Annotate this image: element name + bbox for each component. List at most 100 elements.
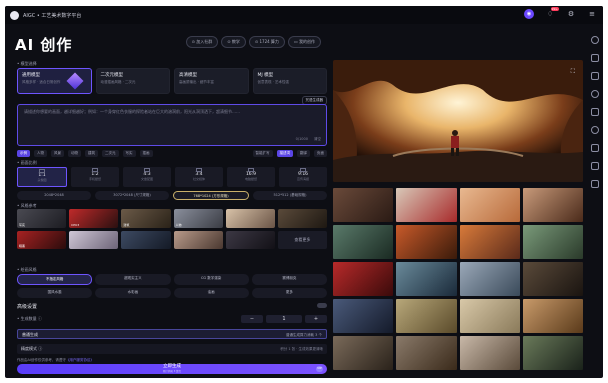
style-option[interactable]: 超现实主义 <box>95 274 171 285</box>
gallery-item[interactable] <box>333 299 394 333</box>
style-option[interactable]: CG 数字渲染 <box>173 274 249 285</box>
my-works-button[interactable]: ▭ 我的创作 <box>287 36 321 48</box>
ref-thumb[interactable]: 人物 <box>173 209 223 228</box>
ref-label: 建筑 <box>123 222 130 227</box>
edit-icon[interactable] <box>591 72 599 80</box>
history-icon[interactable] <box>591 36 599 44</box>
increment-button[interactable]: + <box>305 315 327 323</box>
ref-thumb[interactable] <box>121 230 171 249</box>
preview-image[interactable]: ⛶ <box>333 60 583 182</box>
ref-thumb[interactable]: CPU3 <box>69 209 119 228</box>
more-references-button[interactable]: 查看更多 <box>277 230 327 249</box>
chip-illustration[interactable]: 插画 <box>139 150 153 157</box>
generate-button[interactable]: 立即生成 预计消耗 3 算力 VIP <box>17 364 327 374</box>
ref-thumb[interactable] <box>225 209 275 228</box>
translate-button[interactable]: 翻译 <box>297 150 310 157</box>
size-option[interactable]: 768*1024 (方形规格) <box>173 191 249 200</box>
size-option[interactable]: 3072*2048 (尺寸规格) <box>95 191 169 200</box>
ref-thumb[interactable]: 建筑 <box>121 209 171 228</box>
gallery-item[interactable] <box>459 336 520 370</box>
ratio-option[interactable]: 1:1 头像图 <box>17 167 67 187</box>
gallery-icon[interactable] <box>591 54 599 62</box>
chip-person[interactable]: 人物 <box>34 150 47 157</box>
style-option[interactable]: 不指定风格 <box>17 274 93 285</box>
ratio-option[interactable]: 4:3 文章配图 <box>123 167 171 187</box>
advanced-toggle[interactable] <box>317 303 327 308</box>
favorite-icon[interactable] <box>591 126 599 134</box>
clear-button[interactable]: 清空 <box>314 137 321 142</box>
chip-anime[interactable]: 二次元 <box>102 150 119 157</box>
prompt-input[interactable]: 请描述你想要的画面，越详细越好；例如：一个身穿红色衣服的探险者站在巨大的溶洞前，… <box>17 104 327 146</box>
agreement-link[interactable]: 《用户服务协议》 <box>66 358 94 362</box>
tutorial-button[interactable]: ⊙ 教学 <box>221 36 246 48</box>
app-title: AIGC • 工艺美术数字平台 <box>23 12 82 19</box>
gallery-item[interactable] <box>459 225 520 259</box>
decrement-button[interactable]: − <box>241 315 263 323</box>
upscale-icon[interactable] <box>591 90 599 98</box>
credits-button[interactable]: ⊙ 1724 算力 <box>248 36 285 48</box>
smart-expand-button[interactable]: 智能扩写 <box>252 150 273 157</box>
style-option[interactable]: 水彩画 <box>95 287 171 298</box>
count-value[interactable]: 1 <box>266 315 302 323</box>
expand-icon[interactable]: ⛶ <box>571 68 575 76</box>
gallery-item[interactable] <box>396 299 457 333</box>
menu-icon[interactable]: ≡ <box>587 9 597 19</box>
gallery-item[interactable] <box>396 188 457 222</box>
model-card-hd[interactable]: 高清模型 高画质输出 · 细节丰富 <box>174 68 249 94</box>
style-label: • 绘画风格 <box>17 267 37 272</box>
logo[interactable] <box>10 10 19 20</box>
ratio-option[interactable]: 9:16 宣传海报 <box>279 167 327 187</box>
user-icon[interactable]: ◉ <box>524 9 534 19</box>
model-card-general[interactable]: 通用模型 风格多样 · 适合日常创作 <box>17 68 92 94</box>
gallery-item[interactable] <box>522 299 583 333</box>
ref-thumb[interactable]: 暗黑 <box>17 230 67 249</box>
size-option[interactable]: 512*512 (基础规格) <box>253 191 327 200</box>
gallery-item[interactable] <box>333 225 394 259</box>
gallery-item[interactable] <box>522 262 583 296</box>
keywords-button[interactable]: 描述词 <box>276 150 293 157</box>
ratio-option[interactable]: 16:9 电脑壁纸 <box>227 167 275 187</box>
ref-thumb[interactable] <box>277 209 327 228</box>
gallery-item[interactable] <box>396 336 457 370</box>
gallery-item[interactable] <box>396 262 457 296</box>
ref-thumb[interactable] <box>173 230 223 249</box>
chip-landscape[interactable]: 风景 <box>51 150 64 157</box>
creation-panel: AI 创作 ⊙ 加入社群 ⊙ 教学 ⊙ 1724 算力 ▭ 我的创作 • 模型选… <box>11 28 327 374</box>
style-more-button[interactable]: 更多 <box>251 287 327 298</box>
ref-thumb[interactable]: 写实 <box>17 209 67 228</box>
gallery-item[interactable] <box>396 225 457 259</box>
bell-icon[interactable]: ♢ 99+ <box>545 7 559 19</box>
delete-icon[interactable] <box>591 180 599 188</box>
gallery-item[interactable] <box>459 188 520 222</box>
gallery-item[interactable] <box>459 299 520 333</box>
chip-realistic[interactable]: 写实 <box>122 150 136 157</box>
style-option[interactable]: 赛博朋克 <box>251 274 327 285</box>
folder-icon[interactable] <box>591 162 599 170</box>
size-option[interactable]: 2048*2048 <box>17 191 91 200</box>
join-community-button[interactable]: ⊙ 加入社群 <box>185 36 219 48</box>
ratio-option[interactable]: 1:2 手机壁纸 <box>71 167 119 187</box>
style-option[interactable]: 油画 <box>173 287 249 298</box>
chip-building[interactable]: 建筑 <box>85 150 98 157</box>
gallery-item[interactable] <box>522 188 583 222</box>
generation-mode[interactable]: 普通生成 普通生成算力消耗 3 个 <box>17 329 327 339</box>
chip-animal[interactable]: 动物 <box>68 150 81 157</box>
ref-thumb[interactable] <box>69 230 119 249</box>
gallery-item[interactable] <box>333 188 394 222</box>
gallery-item[interactable] <box>522 336 583 370</box>
gallery-item[interactable] <box>333 262 394 296</box>
settings-icon[interactable]: ⚙ <box>566 9 576 19</box>
quality-mode[interactable]: 精度模式 ⓘ 积分 1 张 · 生成效果更清晰 <box>17 344 327 354</box>
download-icon[interactable] <box>591 144 599 152</box>
gallery-item[interactable] <box>522 225 583 259</box>
ratio-option[interactable]: 3:4 社交媒体 <box>175 167 223 187</box>
chip-example[interactable]: 示例 <box>17 150 30 157</box>
negative-button[interactable]: 负面 <box>314 150 327 157</box>
model-card-mj[interactable]: MJ 模型 创意表现 · 艺术性强 <box>252 68 327 94</box>
ref-thumb[interactable] <box>225 230 275 249</box>
share-icon[interactable] <box>591 108 599 116</box>
model-card-anime[interactable]: 二次元模型 动漫插画风格 · 二次元 <box>95 68 170 94</box>
style-option[interactable]: 国风水墨 <box>17 287 93 298</box>
gallery-item[interactable] <box>459 262 520 296</box>
gallery-item[interactable] <box>333 336 394 370</box>
